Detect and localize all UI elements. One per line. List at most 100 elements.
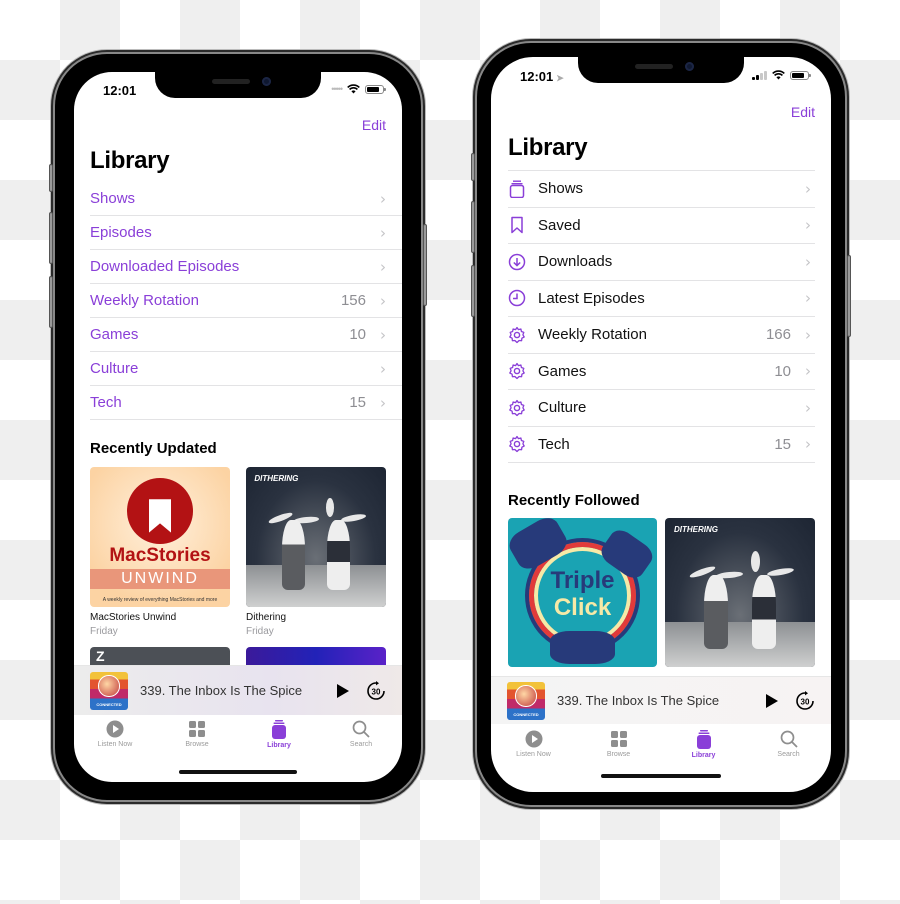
artwork-title: Click <box>553 593 612 621</box>
bookmark-icon <box>508 216 526 234</box>
show-artwork-triple-click[interactable]: Triple Click <box>508 518 657 667</box>
home-indicator[interactable] <box>601 774 721 778</box>
svg-text:30: 30 <box>372 687 381 696</box>
notch <box>578 57 744 83</box>
home-indicator[interactable] <box>179 770 297 774</box>
play-button[interactable] <box>336 683 350 699</box>
edit-button[interactable]: Edit <box>791 104 815 120</box>
cellular-signal-icon: ••••• <box>331 84 343 94</box>
chevron-right-icon: › <box>380 291 386 310</box>
tab-listen-now[interactable]: Listen Now <box>74 720 156 749</box>
tab-label: Browse <box>606 751 631 758</box>
row-label: Downloaded Episodes <box>90 258 240 275</box>
battery-icon <box>365 84 386 94</box>
chevron-right-icon: › <box>380 223 386 242</box>
tab-label: Browse <box>185 741 209 748</box>
list-item-culture[interactable]: Culture › <box>508 390 815 427</box>
now-playing-artwork: CONNECTED <box>90 671 128 710</box>
silent-switch <box>49 164 53 192</box>
tab-label: Search <box>777 751 800 758</box>
list-item-downloaded-episodes[interactable]: Downloaded Episodes › <box>90 250 402 284</box>
tab-browse[interactable]: Browse <box>576 730 661 759</box>
chevron-right-icon: › <box>380 393 386 412</box>
skip-forward-30-button[interactable]: 30 <box>366 680 386 701</box>
gear-icon <box>508 399 526 417</box>
show-name[interactable]: Dithering <box>246 612 286 623</box>
list-item-episodes[interactable]: Episodes › <box>90 216 402 250</box>
volume-down-button <box>49 276 53 328</box>
skip-forward-30-button[interactable]: 30 <box>795 690 815 711</box>
list-item-games[interactable]: Games 10 › <box>508 354 815 390</box>
row-count: 15 <box>349 394 366 411</box>
now-playing-title: 339. The Inbox Is The Spice <box>557 693 720 708</box>
list-item-downloads[interactable]: Downloads › <box>508 244 815 281</box>
row-label: Shows <box>538 180 584 198</box>
play-button[interactable] <box>765 693 779 709</box>
list-item-tech[interactable]: Tech 15 › <box>508 427 815 463</box>
show-date: Friday <box>90 626 118 637</box>
edit-button[interactable]: Edit <box>362 117 386 133</box>
show-artwork[interactable] <box>246 647 386 667</box>
chevron-right-icon: › <box>805 289 811 308</box>
list-item-weekly-rotation[interactable]: Weekly Rotation 166 › <box>508 317 815 354</box>
row-count: 15 <box>774 435 791 453</box>
show-artwork[interactable]: Z <box>90 647 230 667</box>
mini-player[interactable]: CONNECTED 339. The Inbox Is The Spice 30 <box>491 676 831 724</box>
section-title: Recently Updated <box>90 440 217 457</box>
tab-search[interactable]: Search <box>320 720 402 749</box>
controller-icon <box>549 631 616 664</box>
row-label: Latest Episodes <box>538 289 645 307</box>
show-name[interactable]: MacStories Unwind <box>90 612 176 623</box>
phone-left: 12:01 ••••• Edit Library Shows › Episode… <box>49 54 427 800</box>
tab-library[interactable]: Library <box>238 720 320 749</box>
now-playing-title: 339. The Inbox Is The Spice <box>140 683 303 698</box>
list-item-shows[interactable]: Shows › <box>90 182 402 216</box>
list-item-latest-episodes[interactable]: Latest Episodes › <box>508 281 815 317</box>
play-icon <box>337 683 349 698</box>
row-label: Tech <box>90 394 122 411</box>
silent-switch <box>471 153 475 181</box>
tab-label: Library <box>267 742 291 749</box>
gear-icon <box>508 435 526 453</box>
clock-icon <box>508 289 526 307</box>
list-item-saved[interactable]: Saved › <box>508 208 815 244</box>
artwork-title: DITHERING <box>254 474 299 483</box>
tab-label: Listen Now <box>516 751 551 758</box>
row-label: Weekly Rotation <box>90 292 199 309</box>
list-item-weekly-rotation[interactable]: Weekly Rotation 156 › <box>90 284 402 318</box>
show-artwork-dithering[interactable]: DITHERING <box>665 518 815 667</box>
chevron-right-icon: › <box>805 216 811 235</box>
power-button <box>847 255 851 337</box>
now-playing-artwork: CONNECTED <box>507 681 545 720</box>
row-label: Culture <box>538 399 587 417</box>
mini-player[interactable]: CONNECTED 339. The Inbox Is The Spice 30 <box>74 665 402 715</box>
page-title: Library <box>90 147 170 174</box>
tab-search[interactable]: Search <box>746 730 831 759</box>
status-time: 12:01 ➤ <box>520 69 564 84</box>
show-artwork-dithering[interactable]: DITHERING <box>246 467 386 607</box>
tab-listen-now[interactable]: Listen Now <box>491 730 576 759</box>
cellular-signal-icon <box>752 70 767 80</box>
list-item-shows[interactable]: Shows › <box>508 171 815 208</box>
notch <box>155 72 321 98</box>
chevron-right-icon: › <box>380 325 386 344</box>
tab-bar: Listen Now Browse Library Search <box>74 720 402 749</box>
page-title: Library <box>508 134 588 161</box>
tab-label: Listen Now <box>97 741 133 748</box>
artwork-band: UNWIND <box>90 569 230 589</box>
list-item-culture[interactable]: Culture › <box>90 352 402 386</box>
artwork-tagline: A weekly review of everything MacStories… <box>102 596 218 603</box>
list-item-games[interactable]: Games 10 › <box>90 318 402 352</box>
screen: 12:01 ••••• Edit Library Shows › Episode… <box>74 72 402 782</box>
tab-browse[interactable]: Browse <box>156 720 238 749</box>
grid-icon <box>610 731 627 747</box>
tab-library[interactable]: Library <box>661 730 746 759</box>
svg-text:30: 30 <box>801 697 810 706</box>
volume-down-button <box>471 265 475 317</box>
skip-forward-30-icon: 30 <box>796 690 814 710</box>
phone-right: 12:01 ➤ Edit Library Shows › Saved › Dow… <box>471 43 851 805</box>
row-count: 166 <box>765 326 791 344</box>
show-artwork-macstories-unwind[interactable]: MacStories UNWIND A weekly review of eve… <box>90 467 230 607</box>
chevron-right-icon: › <box>805 179 811 198</box>
list-item-tech[interactable]: Tech 15 › <box>90 386 402 420</box>
